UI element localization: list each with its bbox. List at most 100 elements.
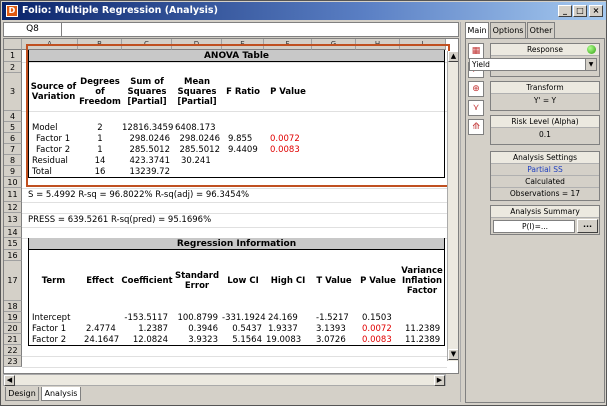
row-header[interactable]: 4: [4, 111, 22, 122]
press-summary-line: PRESS = 639.5261 R-sq(pred) = 95.1696%: [28, 215, 212, 225]
regression-header: Low CI: [227, 276, 259, 286]
regression-t-value: 3.0726: [316, 335, 346, 345]
highlight-frame: [26, 44, 450, 187]
spreadsheet[interactable]: A B C D E F G H I 1 2 3 4 5 6 7 8 9 10 1…: [3, 38, 459, 374]
row-header[interactable]: 6: [4, 133, 22, 144]
regression-header: High CI: [270, 276, 306, 286]
summary-field[interactable]: P(I)=...: [493, 220, 575, 233]
close-button[interactable]: ×: [589, 5, 603, 17]
analysis-settings-value[interactable]: Partial SS: [491, 164, 599, 176]
analysis-settings-group: Analysis Settings Partial SS Calculated …: [490, 151, 600, 201]
corner-cell[interactable]: [4, 39, 22, 50]
grid-line: [22, 202, 447, 203]
chevron-down-icon[interactable]: ▼: [585, 59, 596, 70]
grid-line: [22, 367, 447, 368]
tab-options[interactable]: Options: [490, 22, 526, 38]
regression-low-ci: 5.1564: [232, 335, 262, 345]
row-header[interactable]: 7: [4, 144, 22, 155]
row-header[interactable]: 23: [4, 356, 22, 367]
regression-effect: 2.4774: [86, 324, 116, 334]
regression-low-ci: 0.5437: [232, 324, 262, 334]
regression-p-value: 0.0083: [362, 335, 392, 345]
regression-high-ci: 24.169: [268, 313, 298, 323]
horizontal-scrollbar[interactable]: ◀ ▶: [3, 374, 446, 386]
row-header[interactable]: 11: [4, 188, 22, 202]
vertical-scrollbar[interactable]: ▲ ▼: [447, 51, 458, 361]
response-label: Response: [491, 44, 599, 56]
scroll-up-icon[interactable]: ▲: [448, 51, 458, 62]
title-bar: D Folio: Multiple Regression (Analysis) …: [2, 2, 606, 20]
row-header[interactable]: 1: [4, 50, 22, 62]
risk-value[interactable]: 0.1: [491, 128, 599, 142]
minimize-button[interactable]: _: [558, 5, 572, 17]
formula-bar: Q8: [3, 22, 459, 37]
row-header[interactable]: 20: [4, 323, 22, 334]
regression-header: P Value: [360, 276, 396, 286]
analysis-summary-group: Analysis Summary P(I)=... ...: [490, 205, 600, 235]
regression-header: Coefficient: [121, 276, 173, 286]
stats-summary-line: S = 5.4992 R-sq = 96.8022% R-sq(adj) = 9…: [28, 190, 250, 200]
regression-std-error: 100.8799: [177, 313, 218, 323]
scroll-right-icon[interactable]: ▶: [434, 375, 445, 386]
row-header[interactable]: 22: [4, 345, 22, 356]
row-header[interactable]: 15: [4, 238, 22, 250]
row-header[interactable]: 13: [4, 213, 22, 227]
response-select[interactable]: Yield ▼: [469, 58, 597, 71]
grid-line: [22, 227, 447, 228]
regression-p-value: 0.0072: [362, 324, 392, 334]
row-header[interactable]: 16: [4, 250, 22, 261]
row-header[interactable]: 12: [4, 202, 22, 213]
grid-line: [22, 213, 447, 214]
row-header[interactable]: 10: [4, 177, 22, 188]
plot-icon[interactable]: ⟰: [468, 119, 484, 135]
panel-body: ▦ ⟋ ⊕ ⋎ ⟰ Response Yield ▼ Transform Y' …: [465, 38, 605, 403]
regression-low-ci: -331.1924: [222, 313, 266, 323]
interaction-icon[interactable]: ⋎: [468, 100, 484, 116]
scroll-left-icon[interactable]: ◀: [4, 375, 15, 386]
anova-icon[interactable]: ▦: [468, 43, 484, 59]
row-header[interactable]: 9: [4, 166, 22, 177]
regression-p-value: 0.1503: [362, 313, 392, 323]
window-title: Folio: Multiple Regression (Analysis): [22, 5, 218, 16]
grid-line: [22, 188, 447, 189]
row-header[interactable]: 5: [4, 122, 22, 133]
row-header[interactable]: 17: [4, 261, 22, 301]
tab-other[interactable]: Other: [527, 22, 555, 38]
regression-coefficient: 1.2387: [138, 324, 168, 334]
row-header[interactable]: 18: [4, 301, 22, 312]
regression-effect: 24.1647: [84, 335, 120, 345]
sheet-tab-bar: Design Analysis: [3, 387, 459, 403]
app-window: D Folio: Multiple Regression (Analysis) …: [0, 0, 607, 406]
more-button[interactable]: ...: [577, 219, 598, 233]
transform-value[interactable]: Y' = Y: [491, 94, 599, 108]
tab-main[interactable]: Main: [465, 22, 489, 38]
status-ok-icon: [587, 45, 596, 54]
regression-title: Regression Information: [29, 238, 444, 250]
regression-header: Standard Error: [174, 271, 220, 291]
transform-group: Transform Y' = Y: [490, 81, 600, 111]
row-header[interactable]: 14: [4, 227, 22, 238]
row-header[interactable]: 19: [4, 312, 22, 323]
regression-high-ci: 19.0083: [266, 335, 302, 345]
tab-design[interactable]: Design: [5, 387, 39, 401]
name-box[interactable]: Q8: [4, 23, 62, 36]
regression-header: Term: [41, 276, 66, 286]
risk-label: Risk Level (Alpha): [491, 116, 599, 128]
residual-icon[interactable]: ⊕: [468, 81, 484, 97]
scroll-down-icon[interactable]: ▼: [448, 349, 458, 360]
regression-vif: 11.2389: [405, 324, 441, 334]
row-header[interactable]: 2: [4, 62, 22, 73]
regression-header: T Value: [316, 276, 352, 286]
transform-label: Transform: [491, 82, 599, 94]
response-group: Response Yield ▼: [469, 43, 600, 77]
panel-splitter[interactable]: [460, 22, 464, 402]
row-header[interactable]: 3: [4, 73, 22, 111]
regression-coefficient: -153.5117: [124, 313, 168, 323]
row-header[interactable]: 8: [4, 155, 22, 166]
regression-high-ci: 1.9337: [268, 324, 298, 334]
maximize-button[interactable]: □: [573, 5, 587, 17]
row-header[interactable]: 21: [4, 334, 22, 345]
tab-analysis[interactable]: Analysis: [41, 387, 81, 401]
regression-std-error: 3.9323: [188, 335, 218, 345]
response-value: Yield: [472, 60, 490, 69]
